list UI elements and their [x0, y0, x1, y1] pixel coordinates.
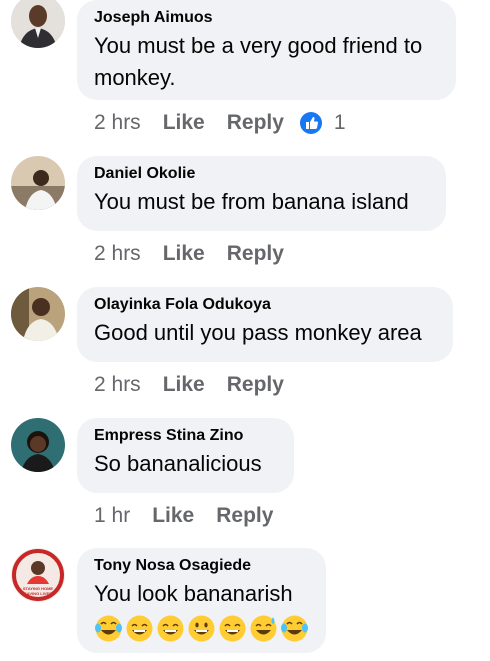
- comment-author[interactable]: Tony Nosa Osagiede: [94, 556, 309, 576]
- like-button[interactable]: Like: [163, 373, 205, 397]
- like-button[interactable]: Like: [163, 242, 205, 266]
- reply-button[interactable]: Reply: [227, 242, 284, 266]
- reply-button[interactable]: Reply: [227, 373, 284, 397]
- grinning-smiling-eyes-icon: [156, 614, 185, 643]
- reaction-summary[interactable]: 1: [299, 111, 346, 135]
- grinning-sweat-icon: [249, 614, 278, 643]
- avatar[interactable]: [11, 156, 65, 210]
- avatar[interactable]: [11, 418, 65, 472]
- comment-time[interactable]: 1 hr: [94, 504, 130, 528]
- comment-author[interactable]: Daniel Okolie: [94, 164, 429, 184]
- comment-bubble: Daniel Okolie You must be from banana is…: [77, 156, 446, 231]
- avatar[interactable]: STAYING HOME SAVING LIVES: [11, 548, 65, 602]
- comment-text-line: You look bananarish: [94, 581, 293, 606]
- avatar[interactable]: [11, 287, 65, 341]
- comment-text-line: monkey.: [94, 65, 176, 90]
- comment-bubble: Tony Nosa Osagiede You look bananarish: [77, 548, 326, 653]
- comment-meta: 2 hrs Like Reply: [94, 373, 284, 397]
- comment-meta: 1 hr Like Reply: [94, 504, 273, 528]
- comment-time[interactable]: 2 hrs: [94, 111, 141, 135]
- like-button[interactable]: Like: [152, 504, 194, 528]
- comment-text-line: You must be from banana island: [94, 189, 409, 214]
- comment-text-line: So bananalicious: [94, 451, 262, 476]
- comment-meta: 2 hrs Like Reply 1: [94, 111, 346, 135]
- reply-button[interactable]: Reply: [216, 504, 273, 528]
- emoji-row: [94, 614, 309, 643]
- svg-text:SAVING LIVES: SAVING LIVES: [24, 591, 52, 596]
- like-button[interactable]: Like: [163, 111, 205, 135]
- reply-button[interactable]: Reply: [227, 111, 284, 135]
- comment-meta: 2 hrs Like Reply: [94, 242, 284, 266]
- comment-bubble: Empress Stina Zino So bananalicious: [77, 418, 294, 493]
- comment-text-line: You must be a very good friend to: [94, 33, 423, 58]
- comment-author[interactable]: Olayinka Fola Odukoya: [94, 295, 436, 315]
- comment-time[interactable]: 2 hrs: [94, 373, 141, 397]
- comment-text-line: Good until you pass monkey area: [94, 320, 422, 345]
- thumbs-up-icon: [299, 112, 322, 134]
- comment-bubble: Olayinka Fola Odukoya Good until you pas…: [77, 287, 453, 362]
- reaction-count: 1: [333, 111, 346, 134]
- grinning-face-icon: [187, 614, 216, 643]
- comment-bubble: Joseph Aimuos You must be a very good fr…: [77, 0, 456, 100]
- comment-time[interactable]: 2 hrs: [94, 242, 141, 266]
- tears-of-joy-icon: [94, 614, 123, 643]
- grinning-smiling-eyes-icon: [218, 614, 247, 643]
- comment-author[interactable]: Empress Stina Zino: [94, 426, 277, 446]
- avatar[interactable]: [11, 0, 65, 48]
- comment-author[interactable]: Joseph Aimuos: [94, 8, 439, 28]
- grinning-smiling-eyes-icon: [125, 614, 154, 643]
- tears-of-joy-icon: [280, 614, 309, 643]
